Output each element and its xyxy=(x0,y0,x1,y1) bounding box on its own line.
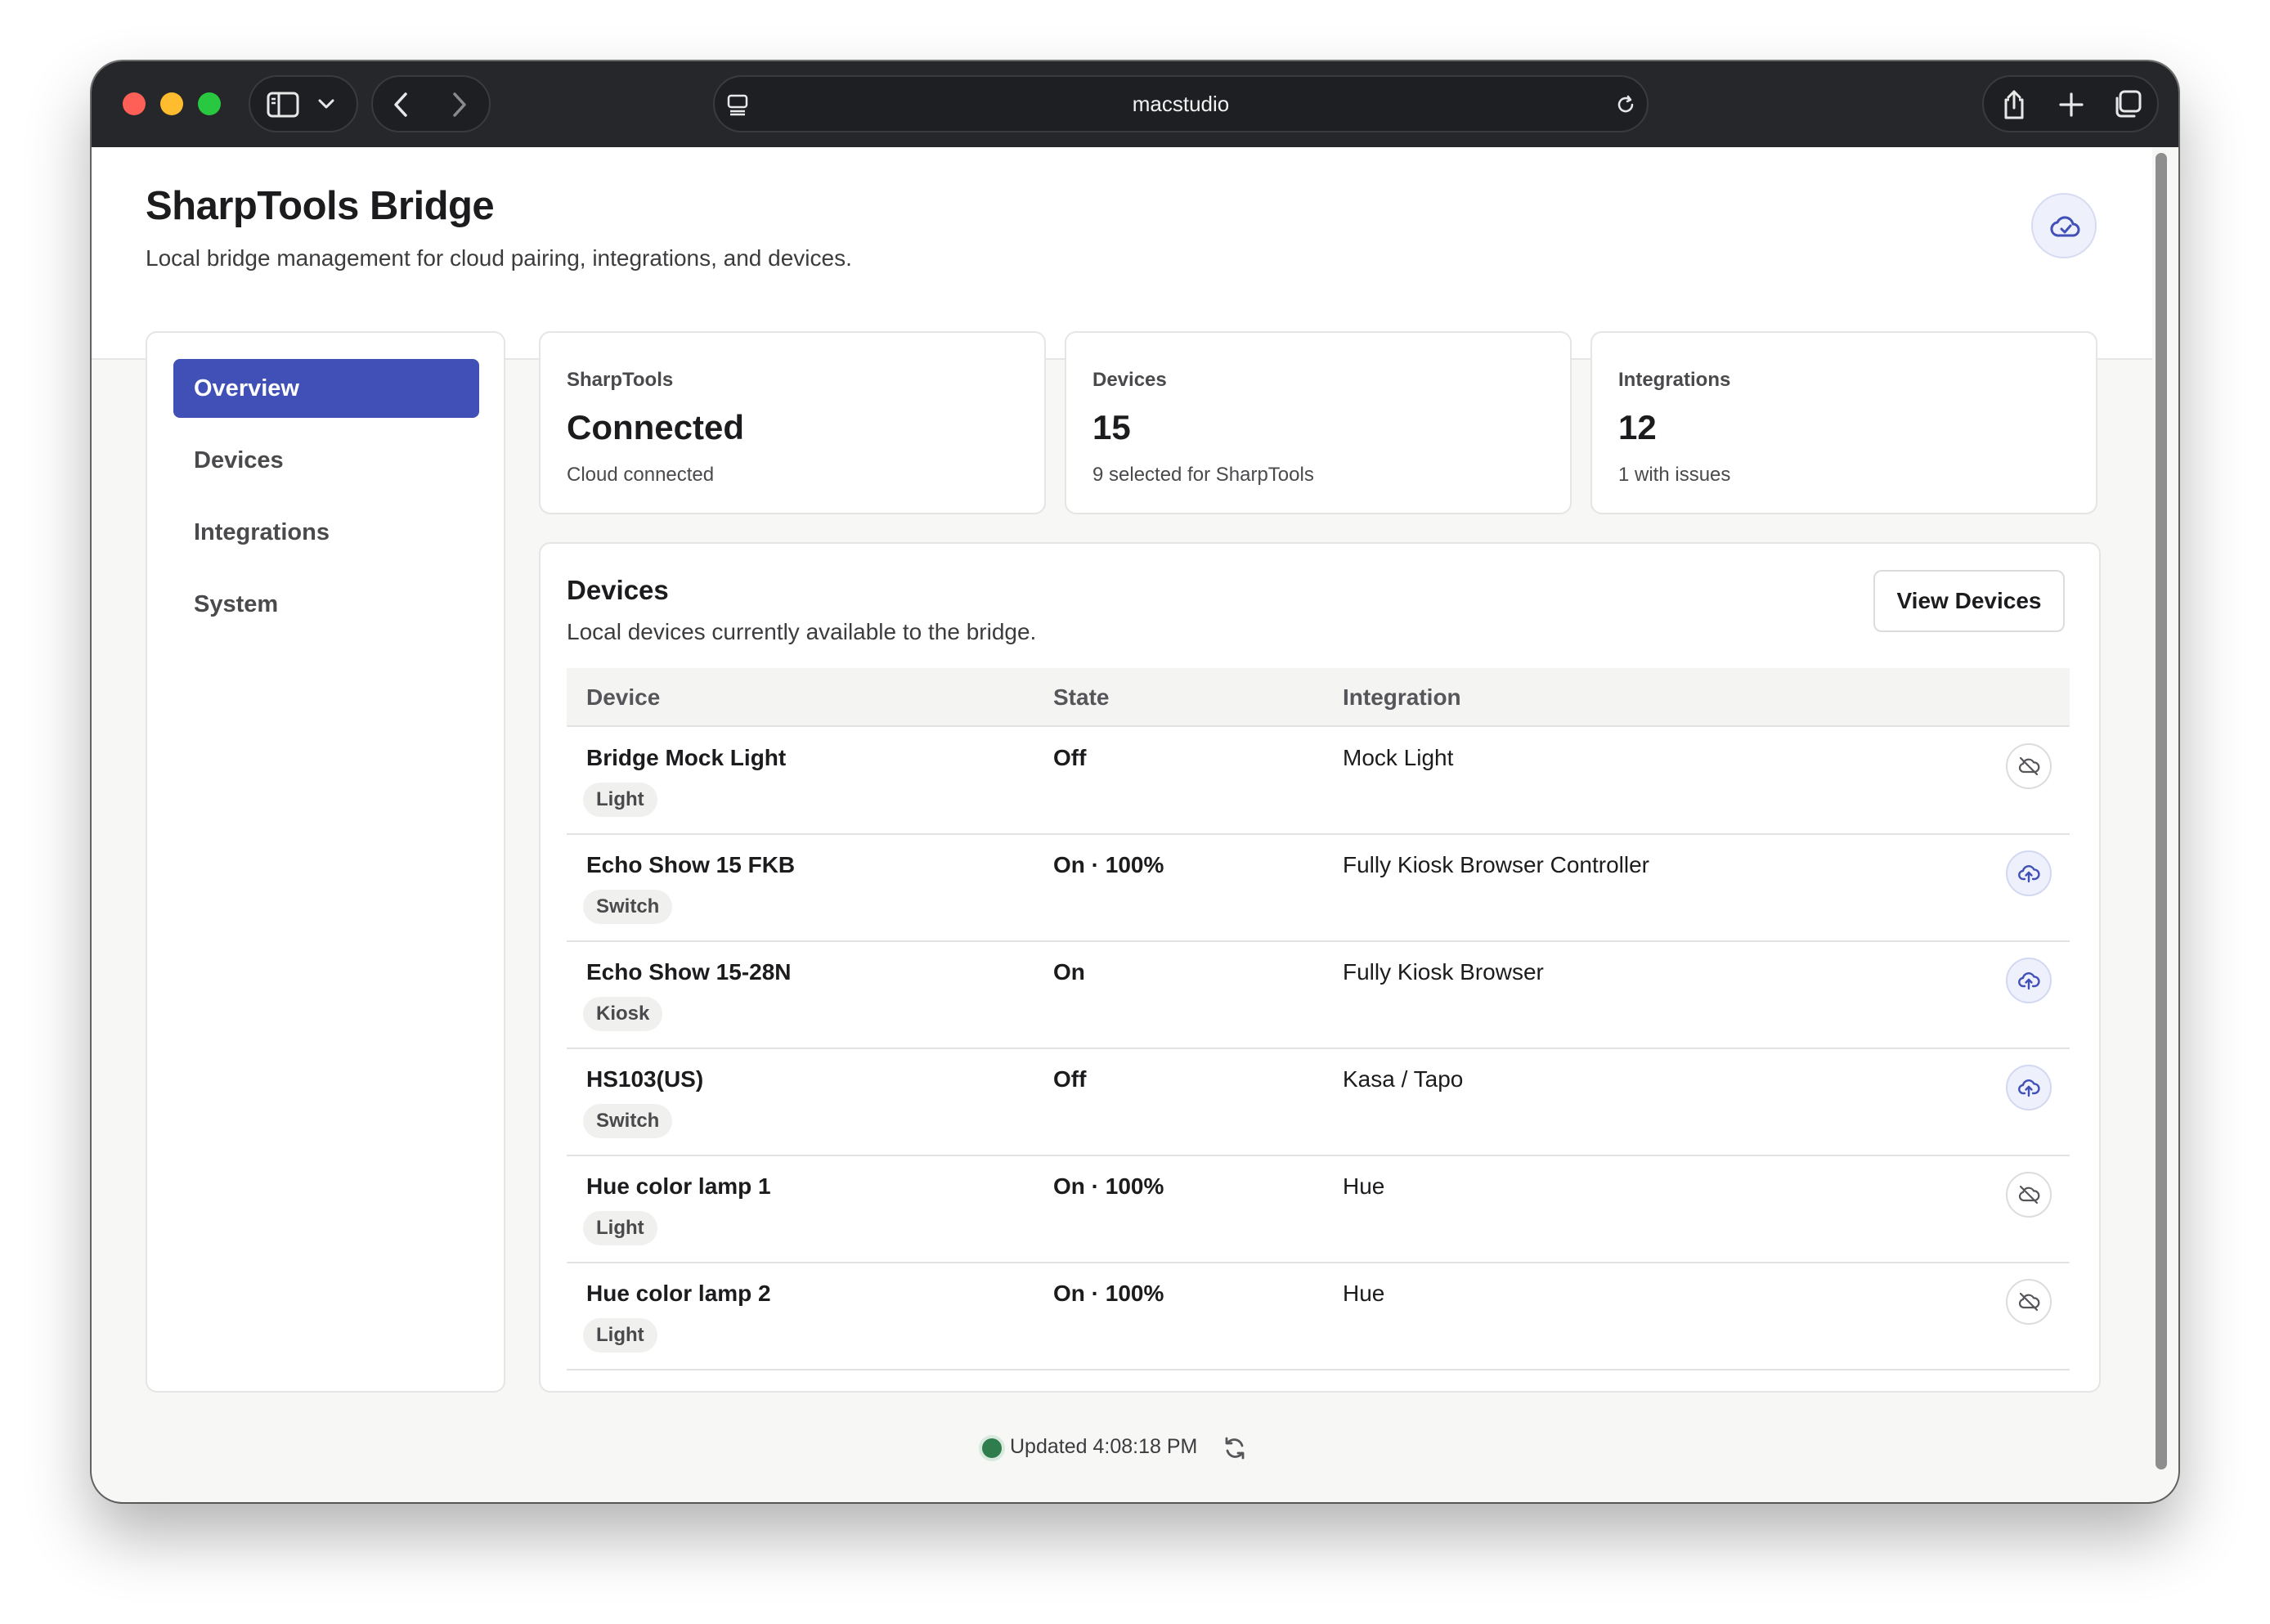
stat-label: SharpTools xyxy=(567,369,674,391)
device-state: On · 100% xyxy=(1053,1281,1164,1306)
sidebar-icon[interactable] xyxy=(267,92,299,118)
stat-value: 12 xyxy=(1618,408,1657,446)
cloud-check-icon xyxy=(2050,216,2080,237)
reload-icon[interactable] xyxy=(1614,93,1637,116)
stat-label: Devices xyxy=(1092,369,1167,391)
panel-title: Devices xyxy=(567,575,669,605)
close-window-button[interactable] xyxy=(123,92,146,115)
table-header: Device State Integration xyxy=(567,668,2070,727)
column-header-integration: Integration xyxy=(1343,684,1461,710)
column-header-state: State xyxy=(1053,684,1110,710)
sharptools-toggle-button[interactable] xyxy=(2006,743,2052,789)
address-text[interactable]: macstudio xyxy=(715,77,1647,131)
device-name[interactable]: Hue color lamp 2 xyxy=(586,1281,771,1307)
zoom-window-button[interactable] xyxy=(198,92,221,115)
device-state: On · 100% xyxy=(1053,1173,1164,1199)
chevron-down-icon[interactable] xyxy=(317,97,335,110)
sharptools-toggle-button[interactable] xyxy=(2006,958,2052,1003)
table-row[interactable]: Hue color lamp 2 Light On · 100% Hue xyxy=(567,1264,2070,1371)
device-state: On · 100% xyxy=(1053,852,1164,877)
table-row[interactable]: HS103(US) Switch Off Kasa / Tapo xyxy=(567,1050,2070,1156)
stat-value: Connected xyxy=(567,408,745,446)
sidebar-toggle-group[interactable] xyxy=(249,75,358,132)
sidebar-item-system[interactable]: System xyxy=(173,575,479,634)
device-integration: Fully Kiosk Browser Controller xyxy=(1343,852,1649,877)
device-name[interactable]: HS103(US) xyxy=(586,1066,703,1092)
table-row[interactable]: Echo Show 15 FKB Switch On · 100% Fully Kio… xyxy=(567,836,2070,942)
browser-titlebar: macstudio xyxy=(92,61,2178,147)
table-row[interactable]: Bridge Mock Light Light Off Mock Light xyxy=(567,729,2070,835)
view-devices-button[interactable]: View Devices xyxy=(1873,570,2065,632)
device-name[interactable]: Echo Show 15-28N xyxy=(586,959,792,985)
integrations-count-card: Integrations 12 1 with issues xyxy=(1590,331,2097,514)
device-state: Off xyxy=(1053,745,1087,770)
device-type-badge: Light xyxy=(583,1318,657,1353)
sidebar: Overview Devices Integrations System xyxy=(146,331,505,1393)
navigation-group xyxy=(371,75,491,132)
back-arrow-icon[interactable] xyxy=(391,91,410,119)
device-integration: Mock Light xyxy=(1343,745,1454,770)
device-integration: Fully Kiosk Browser xyxy=(1343,959,1544,985)
status-footer: Updated 4:08:18 PM xyxy=(92,1429,2152,1469)
page-subtitle: Local bridge management for cloud pairin… xyxy=(146,245,852,271)
devices-count-card: Devices 15 9 selected for SharpTools xyxy=(1065,331,1572,514)
scrollbar[interactable] xyxy=(2156,153,2167,1469)
browser-window: macstudio SharpTools Bridge Local bridge… xyxy=(92,61,2178,1502)
sharptools-toggle-button[interactable] xyxy=(2006,1279,2052,1325)
sidebar-item-integrations[interactable]: Integrations xyxy=(173,503,479,562)
stat-sub: Cloud connected xyxy=(567,464,715,486)
sharptools-status-card: SharpTools Connected Cloud connected xyxy=(539,331,1046,514)
table-row[interactable]: Echo Show 15-28N Kiosk On Fully Kiosk Brows… xyxy=(567,943,2070,1049)
address-bar[interactable]: macstudio xyxy=(713,75,1649,132)
stat-label: Integrations xyxy=(1618,369,1731,391)
device-type-badge: Kiosk xyxy=(583,997,663,1031)
sharptools-toggle-button[interactable] xyxy=(2006,1065,2052,1110)
page-title: SharpTools Bridge xyxy=(146,184,495,228)
device-integration: Kasa / Tapo xyxy=(1343,1066,1464,1092)
device-state: On xyxy=(1053,959,1085,985)
panel-subtitle: Local devices currently available to the… xyxy=(567,619,1037,644)
device-type-badge: Switch xyxy=(583,890,673,924)
refresh-icon[interactable] xyxy=(1222,1435,1248,1465)
devices-panel: Devices Local devices currently availabl… xyxy=(539,542,2101,1393)
page-header: SharpTools Bridge Local bridge managemen… xyxy=(92,147,2152,360)
stat-sub: 9 selected for SharpTools xyxy=(1092,464,1314,486)
forward-arrow-icon[interactable] xyxy=(450,91,469,119)
stat-sub: 1 with issues xyxy=(1618,464,1731,486)
table-row[interactable]: Hue color lamp 1 Light On · 100% Hue xyxy=(567,1157,2070,1263)
device-type-badge: Light xyxy=(583,1211,657,1245)
sidebar-item-overview[interactable]: Overview xyxy=(173,359,479,418)
device-name[interactable]: Echo Show 15 FKB xyxy=(586,852,795,878)
status-dot xyxy=(982,1438,1002,1458)
share-icon[interactable] xyxy=(2000,88,2028,121)
device-integration: Hue xyxy=(1343,1173,1385,1199)
new-tab-icon[interactable] xyxy=(2057,91,2085,119)
device-type-badge: Switch xyxy=(583,1104,673,1138)
device-type-badge: Light xyxy=(583,783,657,817)
sidebar-item-devices[interactable]: Devices xyxy=(173,431,479,490)
column-header-device: Device xyxy=(586,684,661,710)
minimize-window-button[interactable] xyxy=(160,92,183,115)
tab-overview-icon[interactable] xyxy=(2111,89,2142,120)
sharptools-toggle-button[interactable] xyxy=(2006,850,2052,896)
device-state: Off xyxy=(1053,1066,1087,1092)
cloud-status-button[interactable] xyxy=(2031,193,2097,258)
toolbar-actions-group xyxy=(1982,75,2159,132)
sharptools-toggle-button[interactable] xyxy=(2006,1172,2052,1218)
device-name[interactable]: Hue color lamp 1 xyxy=(586,1173,771,1200)
device-integration: Hue xyxy=(1343,1281,1385,1306)
updated-timestamp: Updated 4:08:18 PM xyxy=(1010,1435,1198,1458)
stat-value: 15 xyxy=(1092,408,1131,446)
device-name[interactable]: Bridge Mock Light xyxy=(586,745,786,771)
